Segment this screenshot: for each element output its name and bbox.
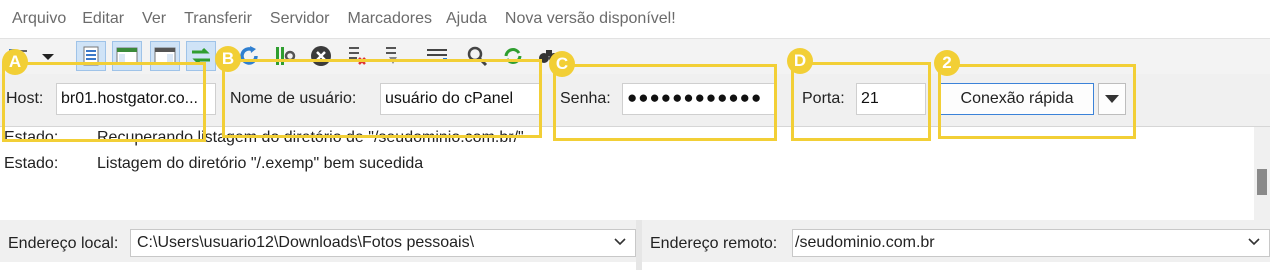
transfer-queue-icon[interactable] [186,41,216,71]
menu-arquivo[interactable]: Arquivo [12,10,66,28]
menu-transferir[interactable]: Transferir [184,10,252,28]
host-label: Host: [6,90,44,107]
dropdown-arrow-icon[interactable] [36,41,60,71]
reconnect-icon[interactable] [378,41,408,71]
log-scrollbar-thumb[interactable] [1257,169,1267,195]
port-label: Porta: [802,90,845,107]
local-address-bar: Endereço local: C:\Users\usuario12\Downl… [0,226,636,260]
disconnect-icon[interactable] [342,41,372,71]
quickconnect-history-dropdown[interactable] [1098,83,1126,115]
quickconnect-bar: Host: br01.hostgator.co... Nome de usuár… [0,74,1270,126]
menu-editar[interactable]: Editar [82,10,124,28]
remote-tree-icon[interactable] [150,41,180,71]
username-input[interactable]: usuário do cPanel [380,83,540,115]
log-scrollbar[interactable] [1254,127,1270,221]
local-path-input[interactable]: C:\Users\usuario12\Downloads\Fotos pesso… [130,229,636,257]
menu-ajuda[interactable]: Ajuda [446,10,487,28]
log-entry: Estado: Listagem do diretório "/.exemp" b… [4,155,423,173]
remote-path-text: /seudominio.com.br [795,234,935,251]
remote-path-input[interactable]: /seudominio.com.br [792,229,1270,257]
log-key: Estado: [4,155,59,172]
port-input[interactable]: 21 [856,83,926,115]
directory-listing-filter-icon[interactable] [422,41,452,71]
password-input[interactable]: ●●●●●●●●●●●● [622,83,776,115]
quickconnect-button[interactable]: Conexão rápida [940,83,1094,115]
refresh-icon[interactable] [234,41,264,71]
local-tree-view[interactable] [0,262,636,270]
menu-nova-versao[interactable]: Nova versão disponível! [505,10,676,28]
cancel-icon[interactable] [306,41,336,71]
local-path-text: C:\Users\usuario12\Downloads\Fotos pesso… [137,234,475,251]
process-queue-icon[interactable] [270,41,300,71]
remote-address-bar: Endereço remoto: /seudominio.com.br [642,226,1270,260]
password-label: Senha: [560,90,611,107]
host-input[interactable]: br01.hostgator.co... [56,83,216,115]
find-files-icon[interactable] [534,41,564,71]
menu-bar: Arquivo Editar Ver Transferir Servidor M… [0,0,1270,38]
menu-servidor[interactable]: Servidor [270,10,330,28]
chevron-down-icon[interactable] [1247,235,1261,249]
local-address-label: Endereço local: [8,235,119,252]
message-log-icon[interactable] [76,41,106,71]
search-icon[interactable] [462,41,492,71]
menu-marcadores[interactable]: Marcadores [348,10,432,28]
local-tree-icon[interactable] [112,41,142,71]
username-label: Nome de usuário: [230,90,357,107]
site-manager-icon[interactable] [4,41,34,71]
message-log: Estado: Recuperando listagem do diretório… [0,126,1270,221]
remote-tree-view[interactable] [642,262,1270,270]
remote-address-label: Endereço remoto: [650,235,778,252]
sync-browsing-icon[interactable] [498,41,528,71]
log-text: Listagem do diretório "/.exemp" bem suce… [97,155,424,172]
menu-ver[interactable]: Ver [142,10,166,28]
log-key: Estado: [4,129,59,146]
chevron-down-icon[interactable] [613,235,627,249]
log-entry: Estado: Recuperando listagem do diretório… [4,129,524,147]
toolbar [0,38,1270,74]
log-text: Recuperando listagem do diretório de "/s… [97,129,524,146]
